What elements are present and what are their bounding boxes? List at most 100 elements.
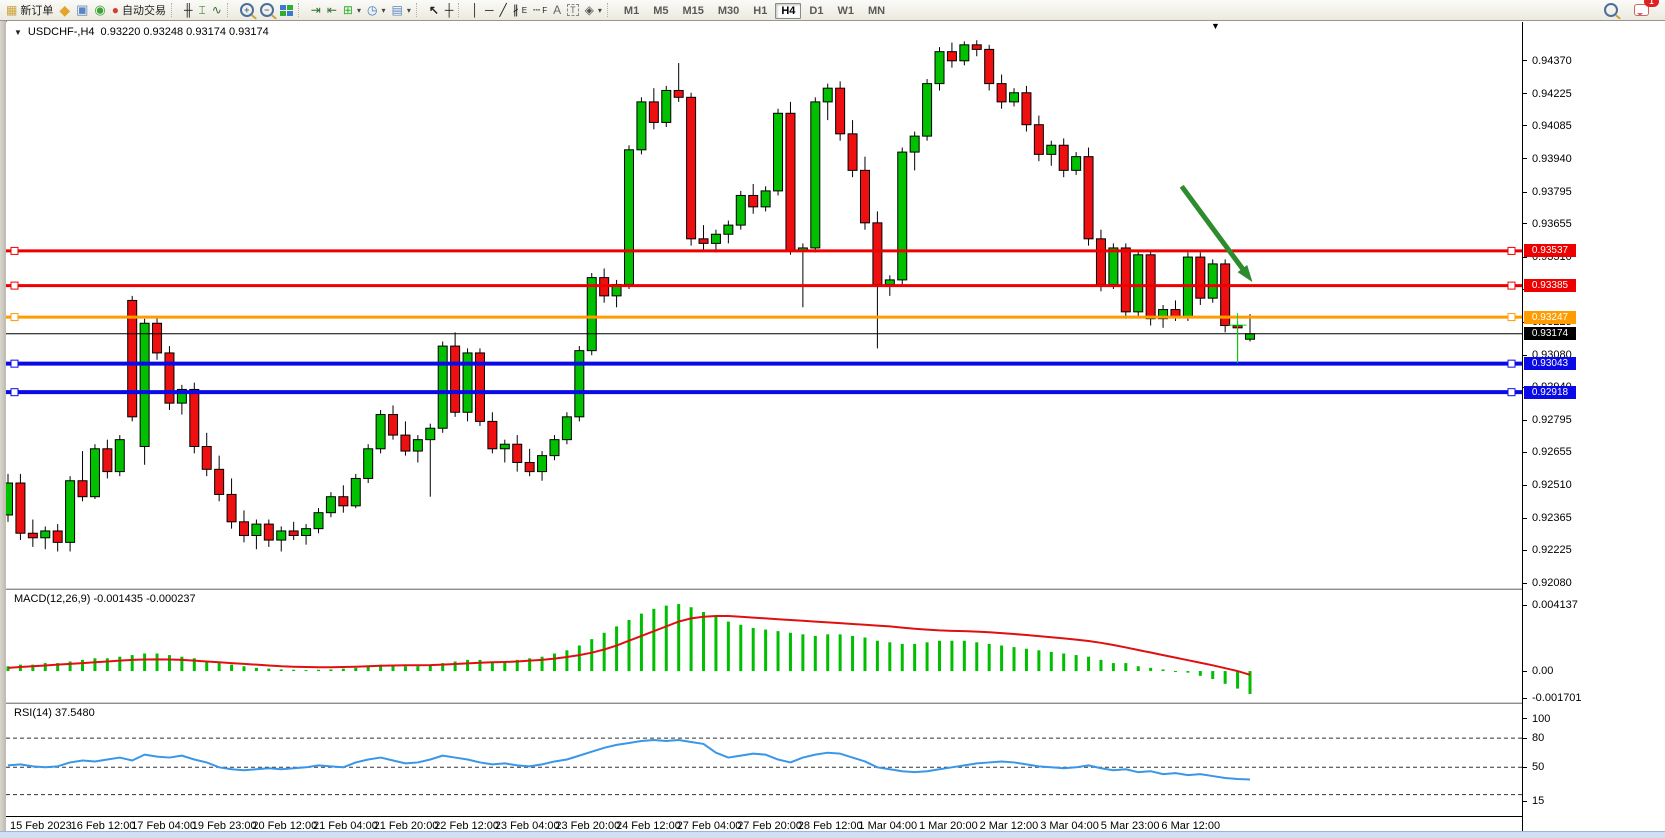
chart-shift-button[interactable]: ⇤ xyxy=(324,1,340,19)
bar-chart-button[interactable]: ╫ xyxy=(181,1,196,19)
macd-bar xyxy=(1112,663,1115,671)
bull-candle xyxy=(662,90,671,122)
horizontal-line-tool-button[interactable]: ─ xyxy=(482,1,497,19)
time-axis[interactable]: 15 Feb 202316 Feb 12:0017 Feb 04:0019 Fe… xyxy=(6,816,1522,832)
line-handle[interactable] xyxy=(1508,247,1515,254)
signals-button[interactable]: ◉ xyxy=(91,1,108,19)
macd-bar xyxy=(578,646,581,672)
macd-pane[interactable]: MACD(12,26,9) -0.001435 -0.000237 xyxy=(6,590,1522,702)
dropdown-caret-icon: ▾ xyxy=(381,6,385,15)
macd-chart[interactable] xyxy=(6,590,1522,702)
macd-bar xyxy=(280,669,283,671)
bull-candle xyxy=(575,351,584,417)
macd-bar xyxy=(665,606,668,671)
line-handle[interactable] xyxy=(11,282,18,289)
timeframe-button-mn[interactable]: MN xyxy=(862,3,891,19)
timeframe-button-m15[interactable]: M15 xyxy=(676,3,709,19)
price-tick-label: 0.92510 xyxy=(1532,479,1572,491)
timeframe-button-d1[interactable]: D1 xyxy=(803,3,829,19)
bull-candle xyxy=(538,456,547,472)
auto-scroll-button[interactable]: ⇥ xyxy=(308,1,324,19)
zoom-in-button[interactable]: + xyxy=(237,1,257,19)
bull-candle xyxy=(1109,248,1118,285)
macd-bar xyxy=(305,670,308,671)
macd-bar xyxy=(590,639,593,671)
channel-tool-button[interactable]: ∦E xyxy=(510,1,530,19)
macd-bar xyxy=(963,641,966,671)
new-order-button[interactable]: ▦ 新订单 xyxy=(3,1,56,19)
bull-candle xyxy=(252,524,261,535)
tile-windows-button[interactable] xyxy=(277,1,296,19)
main-toolbar: ▦ 新订单 ◆ ▣ ◉ ● 自动交易 ╫ ⌶ ∿ + − ⇥ ⇤ ⊞▾ ◷▾ ▤… xyxy=(0,0,1665,21)
terminal-icon: ▣ xyxy=(76,4,88,16)
chart-symbol: USDCHF-,H4 xyxy=(28,26,95,38)
shapes-tool-button[interactable]: ◈▾ xyxy=(582,1,605,19)
line-handle[interactable] xyxy=(11,247,18,254)
candlestick-button[interactable]: ⌶ xyxy=(196,1,209,19)
crosshair-tool-button[interactable]: ┼ xyxy=(442,1,457,19)
label-tool-button[interactable]: T xyxy=(564,1,582,19)
price-tick-label: 0.94370 xyxy=(1532,55,1572,67)
line-handle[interactable] xyxy=(11,314,18,321)
timeframe-toolbar: M1M5M15M30H1H4D1W1MN xyxy=(617,1,892,19)
rsi-pane[interactable]: RSI(14) 37.5480 xyxy=(6,704,1522,816)
chart-ohlc: 0.93220 0.93248 0.93174 0.93174 xyxy=(101,26,269,38)
candlestick-chart[interactable] xyxy=(6,22,1522,588)
bear-candle xyxy=(687,97,696,239)
notifications-button[interactable]: 1 xyxy=(1631,1,1652,19)
line-handle[interactable] xyxy=(1508,314,1515,321)
indicators-button[interactable]: ⊞▾ xyxy=(340,1,364,19)
bull-candle xyxy=(711,234,720,243)
auto-trading-button[interactable]: ● 自动交易 xyxy=(109,1,169,19)
fibonacci-tool-button[interactable]: ┄F xyxy=(530,1,550,19)
zoom-out-button[interactable]: − xyxy=(257,1,277,19)
line-handle[interactable] xyxy=(1508,282,1515,289)
bear-candle xyxy=(1059,145,1068,170)
timeframe-button-m5[interactable]: M5 xyxy=(647,3,674,19)
vertical-line-icon: │ xyxy=(471,4,479,16)
timeframe-button-h4[interactable]: H4 xyxy=(775,3,801,19)
macd-bar xyxy=(1013,647,1016,671)
timeframe-button-m30[interactable]: M30 xyxy=(712,3,745,19)
scroll-anchor-icon[interactable]: ▼ xyxy=(1211,21,1220,31)
bear-candle xyxy=(674,90,683,97)
macd-axis-tick xyxy=(1523,671,1527,672)
timeframe-button-m1[interactable]: M1 xyxy=(618,3,645,19)
terminal-button[interactable]: ▣ xyxy=(73,1,91,19)
price-tick-label: 0.92795 xyxy=(1532,414,1572,426)
market-watch-button[interactable]: ◆ xyxy=(56,1,73,19)
cursor-tool-button[interactable]: ↖ xyxy=(426,1,442,19)
text-tool-button[interactable]: A xyxy=(550,1,564,19)
tile-windows-icon xyxy=(280,5,293,16)
search-button[interactable] xyxy=(1601,1,1621,19)
clock-icon: ◷ xyxy=(367,4,377,16)
line-chart-button[interactable]: ∿ xyxy=(209,1,225,19)
vertical-line-tool-button[interactable]: │ xyxy=(468,1,482,19)
line-handle[interactable] xyxy=(1508,360,1515,367)
price-axis[interactable]: 0.943700.942250.940850.939400.937950.936… xyxy=(1522,22,1665,831)
bull-candle xyxy=(426,428,435,439)
line-handle[interactable] xyxy=(1508,389,1515,396)
chart-collapse-icon[interactable]: ▼ xyxy=(14,28,22,37)
templates-button[interactable]: ▤▾ xyxy=(389,1,414,19)
trendline-tool-button[interactable]: ╱ xyxy=(496,1,509,19)
price-tick xyxy=(1523,550,1527,551)
bear-candle xyxy=(289,531,298,536)
line-handle[interactable] xyxy=(11,360,18,367)
bull-candle xyxy=(351,478,360,505)
rsi-line xyxy=(8,740,1250,779)
rsi-axis-tick xyxy=(1523,738,1527,739)
timeframe-button-h1[interactable]: H1 xyxy=(747,3,773,19)
price-tick-label: 0.92655 xyxy=(1532,446,1572,458)
periods-button[interactable]: ◷▾ xyxy=(364,1,389,19)
bear-candle xyxy=(786,113,795,250)
rsi-chart[interactable] xyxy=(6,704,1522,816)
macd-bar xyxy=(242,666,245,671)
line-handle[interactable] xyxy=(11,389,18,396)
macd-bar xyxy=(814,636,817,671)
bull-candle xyxy=(1246,334,1255,339)
bear-candle xyxy=(699,239,708,244)
level-price-tag: 0.93247 xyxy=(1524,311,1576,324)
price-chart-pane[interactable]: ▼ USDCHF-,H4 0.93220 0.93248 0.93174 0.9… xyxy=(6,22,1522,588)
timeframe-button-w1[interactable]: W1 xyxy=(831,3,860,19)
